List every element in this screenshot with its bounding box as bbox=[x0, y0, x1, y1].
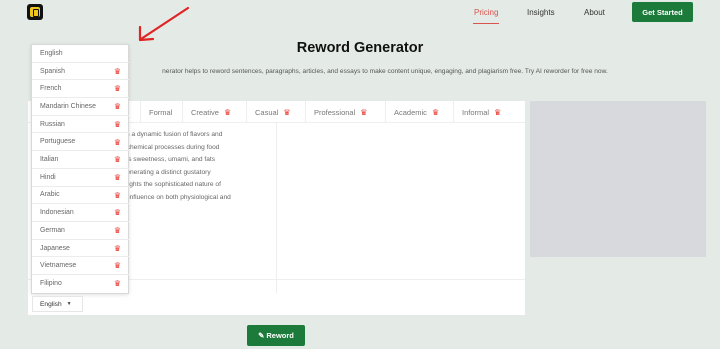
language-option-indonesian[interactable]: Indonesian ♛ bbox=[32, 204, 129, 222]
crown-icon: ♛ bbox=[113, 190, 121, 200]
crown-icon: ♛ bbox=[113, 155, 121, 165]
crown-icon: ♛ bbox=[113, 226, 121, 235]
language-option-mandarin-chinese[interactable]: Mandarin Chinese ♛ bbox=[32, 98, 129, 116]
option-label: Hindi bbox=[40, 173, 56, 181]
language-select[interactable]: English ▼ bbox=[32, 296, 83, 312]
crown-icon: ♛ bbox=[113, 84, 121, 94]
language-option-vietnamese[interactable]: Vietnamese ♛ bbox=[32, 257, 129, 276]
tab-label: Professional bbox=[314, 107, 356, 117]
option-label: French bbox=[40, 85, 62, 93]
option-label: Vietnamese bbox=[40, 262, 77, 270]
caret-down-icon: ▼ bbox=[66, 301, 72, 307]
crown-icon: ♛ bbox=[113, 261, 121, 271]
tab-creative[interactable]: Creative ♛ bbox=[182, 101, 246, 123]
pane-divider bbox=[276, 123, 277, 293]
tab-professional[interactable]: Professional ♛ bbox=[305, 101, 385, 123]
crown-icon: ♛ bbox=[113, 119, 121, 129]
option-label: German bbox=[40, 226, 65, 234]
nav-about[interactable]: About bbox=[584, 8, 605, 17]
get-started-button[interactable]: Get Started bbox=[632, 2, 693, 22]
option-label: Spanish bbox=[40, 67, 65, 75]
option-label: Portuguese bbox=[40, 138, 76, 146]
language-option-arabic[interactable]: Arabic ♛ bbox=[32, 187, 129, 205]
text-line: , generating a distinct gustatory bbox=[119, 168, 211, 176]
ad-placeholder bbox=[530, 101, 706, 257]
crown-icon: ♛ bbox=[113, 66, 121, 76]
crown-icon: ♛ bbox=[223, 107, 232, 117]
option-label: Filipino bbox=[40, 280, 62, 288]
option-label: Mandarin Chinese bbox=[40, 102, 96, 110]
language-option-spanish[interactable]: Spanish ♛ bbox=[32, 63, 129, 81]
language-option-japanese[interactable]: Japanese ♛ bbox=[32, 240, 129, 258]
crown-icon: ♛ bbox=[360, 107, 368, 117]
text-line: h as sweetness, umami, and fats bbox=[119, 156, 216, 164]
pen-icon: ✎ bbox=[258, 331, 265, 340]
crown-icon: ♛ bbox=[113, 137, 121, 147]
crown-icon: ♛ bbox=[113, 102, 121, 112]
tab-label: Creative bbox=[191, 107, 219, 117]
page-subtitle: nerator helps to reword sentences, parag… bbox=[162, 68, 608, 75]
crown-icon: ♛ bbox=[283, 107, 291, 117]
crown-icon: ♛ bbox=[113, 208, 121, 218]
nav-pricing[interactable]: Pricing bbox=[472, 8, 500, 24]
red-arrow-icon bbox=[138, 6, 190, 42]
language-select-value: English bbox=[40, 300, 62, 308]
tab-label: Academic bbox=[394, 107, 427, 117]
option-label: Japanese bbox=[40, 244, 70, 252]
option-label: Indonesian bbox=[40, 209, 74, 217]
crown-icon: ♛ bbox=[113, 172, 121, 182]
text-line: re chemical processes during food bbox=[119, 143, 220, 151]
tab-label: Casual bbox=[255, 107, 279, 117]
language-option-english[interactable]: English bbox=[32, 45, 129, 63]
language-dropdown-menu: English Spanish ♛ French ♛ Mandarin Chines… bbox=[31, 44, 129, 294]
nav-insights[interactable]: Insights bbox=[527, 8, 555, 17]
crown-icon: ♛ bbox=[113, 243, 121, 253]
tab-casual[interactable]: Casual ♛ bbox=[246, 101, 305, 123]
text-line: nd influence on both physiological and bbox=[119, 193, 231, 201]
language-option-hindi[interactable]: Hindi ♛ bbox=[32, 169, 129, 187]
text-line: ges a dynamic fusion of flavors and bbox=[119, 131, 223, 138]
tab-informal[interactable]: Informal ♛ bbox=[453, 101, 525, 123]
text-line: ghlights the sophisticated nature of bbox=[119, 181, 221, 189]
crown-icon: ♛ bbox=[113, 279, 121, 289]
logo-icon[interactable] bbox=[27, 4, 43, 20]
tab-academic[interactable]: Academic ♛ bbox=[385, 101, 453, 123]
language-option-italian[interactable]: Italian ♛ bbox=[32, 151, 129, 169]
language-option-french[interactable]: French ♛ bbox=[32, 80, 129, 99]
language-option-filipino[interactable]: Filipino ♛ bbox=[32, 275, 129, 293]
option-label: English bbox=[40, 49, 63, 57]
input-textarea[interactable]: ges a dynamic fusion of flavors and re c… bbox=[119, 129, 353, 205]
option-label: Italian bbox=[40, 156, 59, 164]
tab-label: Informal bbox=[462, 107, 490, 117]
tab-label: Formal bbox=[149, 107, 173, 117]
crown-icon: ♛ bbox=[494, 107, 502, 117]
language-option-russian[interactable]: Russian ♛ bbox=[32, 116, 129, 134]
option-label: Russian bbox=[40, 120, 65, 128]
reword-button-label: Reword bbox=[266, 331, 294, 340]
option-label: Arabic bbox=[40, 191, 60, 199]
tab-formal[interactable]: Formal bbox=[140, 101, 182, 123]
language-option-german[interactable]: German ♛ bbox=[32, 222, 129, 240]
language-option-portuguese[interactable]: Portuguese ♛ bbox=[32, 134, 129, 152]
reword-button[interactable]: ✎ Reword bbox=[247, 325, 305, 346]
crown-icon: ♛ bbox=[431, 107, 440, 117]
